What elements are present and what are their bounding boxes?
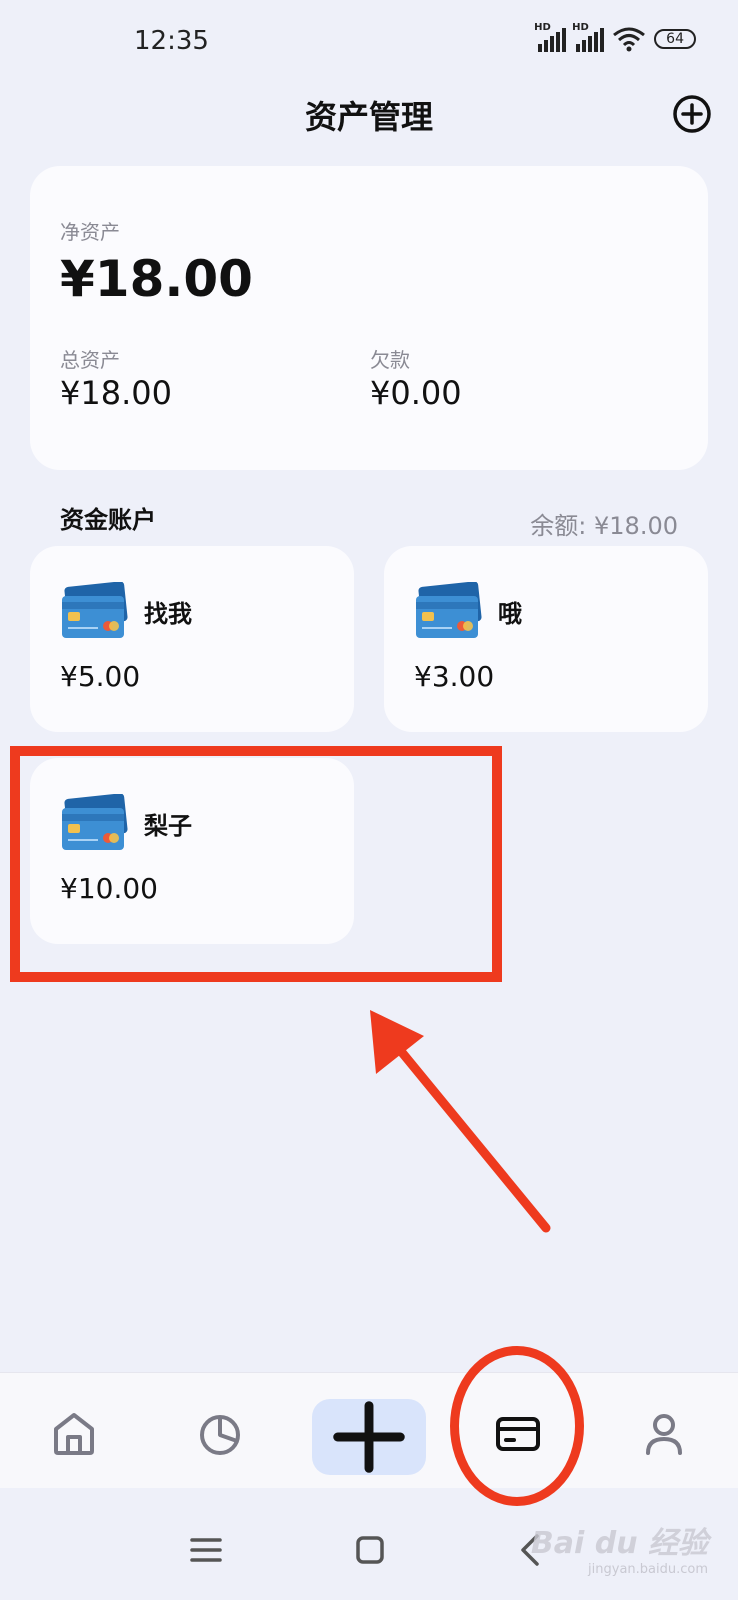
square-home-icon[interactable] xyxy=(350,1530,390,1570)
nav-home-button[interactable] xyxy=(44,1403,104,1463)
accounts-section-balance: 余额: ¥18.00 xyxy=(530,512,678,540)
credit-card-icon xyxy=(62,582,128,638)
account-card[interactable]: 哦 ¥3.00 xyxy=(384,546,708,732)
net-assets-value: ¥18.00 xyxy=(60,250,253,308)
watermark: Bai du 经验 xyxy=(530,1526,708,1561)
debt-label: 欠款 xyxy=(370,348,410,372)
pie-chart-icon xyxy=(200,1415,240,1455)
net-assets-card: 净资产 ¥18.00 总资产 ¥18.00 欠款 ¥0.00 xyxy=(30,166,708,470)
account-balance: ¥5.00 xyxy=(60,660,141,693)
status-time: 12:35 xyxy=(134,26,209,56)
total-assets-value: ¥18.00 xyxy=(60,374,172,412)
total-assets-label: 总资产 xyxy=(60,348,120,372)
watermark-url: jingyan.baidu.com xyxy=(588,1562,708,1577)
status-bar: 12:35 HD HD 64 xyxy=(0,0,738,90)
battery-indicator: 64 xyxy=(654,29,696,49)
signal-icon: HD xyxy=(534,22,567,52)
debt-value: ¥0.00 xyxy=(370,374,462,412)
page-title: 资产管理 xyxy=(304,98,433,136)
account-card[interactable]: 找我 ¥5.00 xyxy=(30,546,354,732)
nav-stats-button[interactable] xyxy=(190,1403,250,1463)
status-icons: HD HD 64 xyxy=(534,22,696,52)
account-name: 哦 xyxy=(498,600,522,628)
user-icon xyxy=(646,1414,682,1455)
annotation-highlight-box xyxy=(10,746,502,982)
credit-card-icon xyxy=(416,582,482,638)
bottom-nav xyxy=(0,1372,738,1488)
annotation-highlight-circle xyxy=(450,1346,584,1506)
signal-hd-label: HD xyxy=(572,22,589,33)
accounts-section-title: 资金账户 xyxy=(60,506,156,534)
wifi-icon xyxy=(613,27,646,52)
net-assets-label: 净资产 xyxy=(60,220,120,244)
header: 资产管理 xyxy=(0,80,738,150)
nav-add-button[interactable] xyxy=(312,1399,426,1475)
annotation-arrow xyxy=(370,1010,551,1233)
account-balance: ¥3.00 xyxy=(414,660,495,693)
nav-profile-button[interactable] xyxy=(634,1403,694,1463)
account-name: 找我 xyxy=(144,600,192,628)
home-icon xyxy=(54,1413,94,1455)
signal-icon: HD xyxy=(572,22,605,52)
plus-icon xyxy=(333,1401,405,1473)
plus-circle-icon[interactable] xyxy=(672,94,712,134)
signal-hd-label: HD xyxy=(534,22,551,33)
menu-icon[interactable] xyxy=(186,1530,226,1570)
